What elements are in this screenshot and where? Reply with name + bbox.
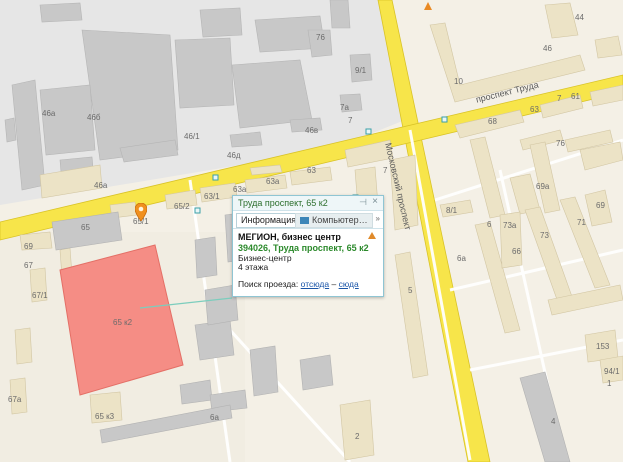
label-7-far-right: 7: [557, 94, 562, 103]
company-floors: 4 этажа: [238, 262, 269, 272]
label-46a-bottom: 46а: [94, 181, 108, 190]
popup-header: Труда проспект, 65 к2 ⊣ ×: [233, 196, 383, 211]
label-63-1: 63/1: [204, 192, 220, 201]
company-address: 394026, Труда проспект, 65 к2: [238, 243, 369, 253]
info-popup: Труда проспект, 65 к2 ⊣ × Информация Ком…: [232, 195, 384, 297]
label-61: 61: [571, 92, 580, 101]
label-46: 46: [543, 44, 552, 53]
route-dash: –: [331, 279, 337, 289]
label-71: 71: [577, 218, 586, 227]
company-name: МЕГИОН, бизнес центр: [238, 232, 341, 242]
label-46b: 46б: [87, 113, 101, 122]
route-label: Поиск проезда:: [238, 279, 299, 289]
label-8-1: 8/1: [446, 206, 458, 215]
label-6a: 6а: [457, 254, 466, 263]
label-44: 44: [575, 13, 584, 22]
label-65k2: 65 к2: [113, 318, 133, 327]
label-67-1: 67/1: [32, 291, 48, 300]
label-76-right: 76: [556, 139, 565, 148]
label-69-right: 69: [596, 201, 605, 210]
label-65: 65: [81, 223, 90, 232]
label-63a-2: 63а: [266, 177, 280, 186]
label-6a-bottom: 6а: [210, 413, 219, 422]
label-68: 68: [488, 117, 497, 126]
label-153: 153: [596, 342, 610, 351]
tab-information[interactable]: Информация: [236, 213, 302, 228]
label-4: 4: [551, 417, 556, 426]
tabs-scroll-icon[interactable]: »: [376, 214, 380, 223]
popup-title: Труда проспект, 65 к2: [238, 198, 328, 208]
label-67a: 67а: [8, 395, 22, 404]
label-46v: 46в: [305, 126, 319, 135]
popup-tabs: Информация Компьютер… »: [233, 211, 383, 229]
pin-icon[interactable]: ⊣: [359, 197, 367, 208]
tab-computer-label: Компьютер…: [312, 215, 368, 225]
label-2: 2: [355, 432, 360, 441]
route-to-link[interactable]: сюда: [339, 279, 359, 289]
computer-icon: [300, 217, 309, 225]
poi-warning-icon[interactable]: [424, 2, 432, 10]
label-6: 6: [487, 220, 492, 229]
label-5: 5: [408, 286, 413, 295]
label-1-right: 1: [607, 379, 612, 388]
label-63-right: 63: [530, 105, 539, 114]
label-66: 66: [512, 247, 521, 256]
label-73: 73: [540, 231, 549, 240]
label-65-2: 65/2: [174, 202, 190, 211]
label-46d: 46д: [227, 151, 241, 160]
label-7-right: 7: [383, 166, 388, 175]
label-76: 76: [316, 33, 325, 42]
map-marker-icon[interactable]: [135, 203, 147, 221]
label-69a: 69а: [536, 182, 550, 191]
label-94-1: 94/1: [604, 367, 620, 376]
route-from-link[interactable]: отсюда: [301, 279, 329, 289]
label-10: 10: [454, 77, 463, 86]
label-65k3: 65 к3: [95, 412, 115, 421]
route-search: Поиск проезда: отсюда – сюда: [238, 279, 359, 289]
close-icon[interactable]: ×: [372, 196, 378, 207]
label-73a: 73а: [503, 221, 517, 230]
warning-icon[interactable]: [368, 232, 376, 239]
tab-computer[interactable]: Компьютер…: [295, 213, 373, 228]
label-7a: 7а: [340, 103, 349, 112]
label-69: 69: [24, 242, 33, 251]
label-67: 67: [24, 261, 33, 270]
label-46a-top: 46а: [42, 109, 56, 118]
label-63a-1: 63а: [233, 185, 247, 194]
label-63: 63: [307, 166, 316, 175]
label-46-1: 46/1: [184, 132, 200, 141]
label-9-1: 9/1: [355, 66, 367, 75]
label-7: 7: [348, 116, 353, 125]
